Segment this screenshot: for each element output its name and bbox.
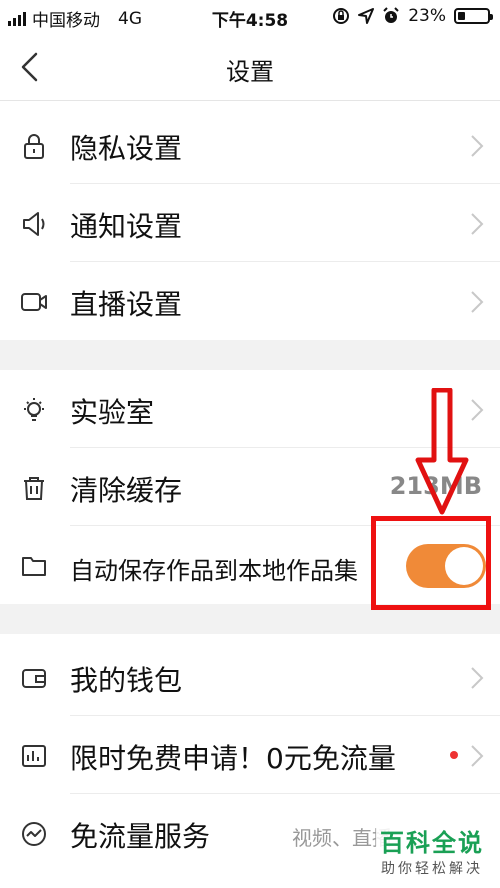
lab-label: 实验室 [70, 396, 155, 429]
watermark: 百科全说 助你轻松解决 [376, 821, 488, 880]
rotation-lock-icon [333, 8, 350, 24]
nav-bar: 设置 [0, 34, 500, 101]
settings-row-privacy[interactable]: 隐私设置 [0, 106, 500, 184]
chevron-right-icon [471, 399, 484, 421]
settings-row-wallet[interactable]: 我的钱包 [0, 638, 500, 716]
chevron-right-icon [471, 135, 484, 157]
folder-icon [22, 557, 46, 576]
autosave-label: 自动保存作品到本地作品集 [70, 557, 358, 585]
chevron-right-icon [471, 745, 484, 767]
section-divider [0, 340, 500, 370]
traffic-service-label: 免流量服务 [70, 820, 211, 853]
settings-row-live[interactable]: 直播设置 [0, 262, 500, 340]
free-apply-label: 限时免费申请！0元免流量 [70, 742, 396, 775]
notification-settings-label: 通知设置 [70, 210, 183, 243]
activity-icon [22, 822, 46, 846]
chevron-right-icon [471, 667, 484, 689]
wallet-label: 我的钱包 [70, 664, 183, 697]
battery-percent: 23% [408, 6, 446, 26]
down-arrow-annotation [415, 388, 469, 515]
privacy-settings-label: 隐私设置 [70, 132, 183, 165]
clear-cache-label: 清除缓存 [70, 474, 183, 507]
wallet-icon [22, 669, 46, 688]
watermark-subtitle: 助你轻松解决 [381, 861, 483, 877]
lock-icon [24, 134, 44, 159]
settings-row-notification[interactable]: 通知设置 [0, 184, 500, 262]
red-dot-badge [450, 751, 458, 759]
highlight-box-annotation [371, 516, 491, 610]
status-bar: 中国移动 4G 下午4:58 23% [0, 0, 500, 34]
chart-icon [22, 745, 46, 767]
settings-row-free-apply[interactable]: 限时免费申请！0元免流量 [0, 716, 500, 794]
trash-icon [24, 477, 44, 500]
live-settings-label: 直播设置 [70, 288, 183, 321]
lightbulb-icon [24, 398, 44, 421]
chevron-right-icon [471, 291, 484, 313]
battery-icon [454, 8, 493, 24]
video-camera-icon [21, 293, 47, 311]
page-title: 设置 [226, 58, 274, 86]
alarm-icon [383, 7, 399, 23]
location-icon [358, 8, 375, 24]
chevron-right-icon [471, 213, 484, 235]
speaker-icon [23, 212, 45, 236]
watermark-title: 百科全说 [380, 829, 484, 857]
